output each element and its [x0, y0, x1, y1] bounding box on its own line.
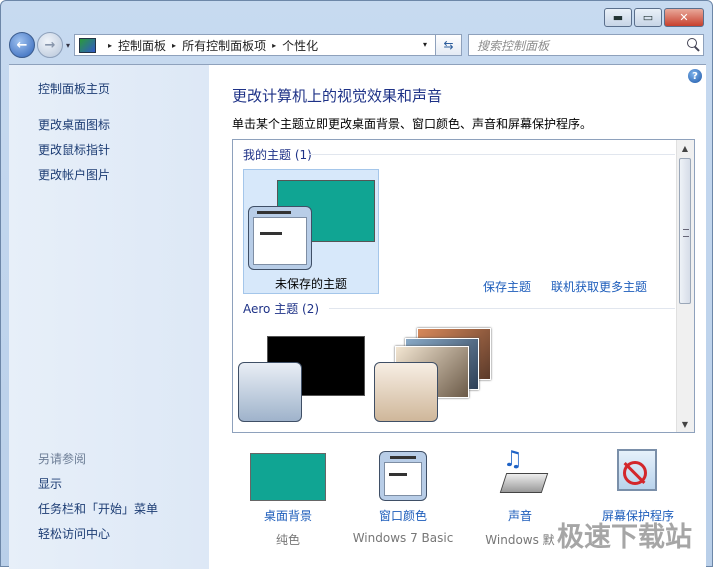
- theme-tile-unsaved[interactable]: 未保存的主题: [243, 169, 379, 294]
- recent-pages-dropdown[interactable]: ▾: [66, 41, 70, 50]
- back-button[interactable]: ←: [9, 32, 35, 58]
- desktop-background-icon: [250, 453, 326, 501]
- window-body: [384, 462, 422, 496]
- breadcrumb-separator-icon[interactable]: ▸: [272, 41, 276, 50]
- control-panel-icon: [79, 37, 97, 53]
- window-title-bar: [390, 456, 416, 459]
- scroll-grip: [683, 229, 689, 237]
- page-subtitle: 单击某个主题立即更改桌面背景、窗口颜色、声音和屏幕保护程序。: [232, 117, 593, 131]
- group-divider: [329, 308, 675, 309]
- theme-window-preview: [248, 206, 312, 270]
- client-area: 控制面板主页 更改桌面图标 更改鼠标指针 更改帐户图片 另请参阅 显示 任务栏和…: [9, 64, 706, 569]
- breadcrumb-separator-icon[interactable]: ▸: [172, 41, 176, 50]
- forward-button[interactable]: →: [37, 32, 63, 58]
- sidebar-link-desktop-icons[interactable]: 更改桌面图标: [38, 116, 110, 133]
- sidebar-link-account-picture[interactable]: 更改帐户图片: [38, 166, 110, 183]
- desktop-background-value: 纯色: [275, 533, 300, 547]
- theme-tile-label: 未保存的主题: [274, 277, 347, 291]
- page-title: 更改计算机上的视觉效果和声音: [232, 87, 443, 105]
- group-my-themes: 我的主题 (1): [243, 148, 312, 162]
- address-dropdown-icon[interactable]: ▾: [423, 40, 427, 49]
- window-text-line: [260, 232, 282, 235]
- get-more-themes-link[interactable]: 联机获取更多主题: [551, 278, 647, 295]
- search-input[interactable]: 搜索控制面板: [468, 34, 704, 56]
- minimize-button[interactable]: ▬: [604, 8, 632, 27]
- see-also-display[interactable]: 显示: [38, 475, 62, 492]
- see-also-ease-of-access[interactable]: 轻松访问中心: [38, 525, 110, 542]
- window-frame: ▬ ▭ ✕ ← → ▾ ▸ 控制面板 ▸ 所有控制面板项 ▸ 个性化 ▾ ⇆ 搜…: [0, 0, 713, 569]
- scroll-up-icon[interactable]: ▲: [677, 140, 693, 156]
- scroll-down-icon[interactable]: ▼: [677, 416, 693, 432]
- breadcrumb-control-panel[interactable]: 控制面板: [118, 37, 166, 54]
- screen-saver-icon: [613, 447, 665, 501]
- window-color-label[interactable]: 窗口颜色: [348, 507, 458, 524]
- see-also-taskbar[interactable]: 任务栏和「开始」菜单: [38, 500, 158, 517]
- sound-device-shape: [499, 473, 549, 493]
- window-body: [253, 217, 307, 265]
- aero-theme-window-2: [374, 362, 438, 422]
- window-color-icon: [379, 451, 427, 501]
- refresh-button[interactable]: ⇆: [436, 34, 462, 56]
- save-theme-link[interactable]: 保存主题: [483, 278, 531, 295]
- sidebar: 控制面板主页 更改桌面图标 更改鼠标指针 更改帐户图片 另请参阅 显示 任务栏和…: [9, 65, 209, 569]
- theme-list-scrollbar[interactable]: ▲ ▼: [676, 140, 694, 432]
- search-icon[interactable]: [687, 38, 697, 48]
- breadcrumb-personalization[interactable]: 个性化: [282, 37, 318, 54]
- search-placeholder: 搜索控制面板: [477, 38, 550, 53]
- see-also-title: 另请参阅: [38, 452, 87, 466]
- caption-buttons: ▬ ▭ ✕: [604, 8, 704, 27]
- desktop-background-label[interactable]: 桌面背景: [233, 507, 343, 524]
- main-panel: ? 更改计算机上的视觉效果和声音 单击某个主题立即更改桌面背景、窗口颜色、声音和…: [209, 65, 706, 569]
- breadcrumb-separator-icon[interactable]: ▸: [108, 41, 112, 50]
- navigation-bar: ← → ▾ ▸ 控制面板 ▸ 所有控制面板项 ▸ 个性化 ▾ ⇆ 搜索控制面板: [9, 31, 704, 59]
- window-text-line: [389, 473, 407, 476]
- aero-theme-window-1: [238, 362, 302, 422]
- group-aero-themes: Aero 主题 (2): [243, 302, 320, 316]
- maximize-button[interactable]: ▭: [634, 8, 662, 27]
- music-note-icon: ♫: [503, 447, 523, 472]
- address-bar[interactable]: ▸ 控制面板 ▸ 所有控制面板项 ▸ 个性化 ▾: [74, 34, 436, 56]
- sidebar-link-home[interactable]: 控制面板主页: [38, 80, 110, 97]
- sounds-icon: ♫: [493, 447, 549, 503]
- window-title-bar: [257, 211, 291, 214]
- group-divider: [309, 154, 675, 155]
- close-button[interactable]: ✕: [664, 8, 704, 27]
- breadcrumb-all-items[interactable]: 所有控制面板项: [182, 37, 266, 54]
- scroll-thumb[interactable]: [679, 158, 691, 304]
- sidebar-link-mouse-pointers[interactable]: 更改鼠标指针: [38, 141, 110, 158]
- help-icon[interactable]: ?: [688, 69, 702, 83]
- site-watermark: 极速下载站: [557, 522, 692, 553]
- window-color-value: Windows 7 Basic: [352, 531, 454, 545]
- theme-list: 我的主题 (1) 未保存的主题 保存主题 联机获取更多主题 Aero 主题 (2…: [232, 139, 695, 433]
